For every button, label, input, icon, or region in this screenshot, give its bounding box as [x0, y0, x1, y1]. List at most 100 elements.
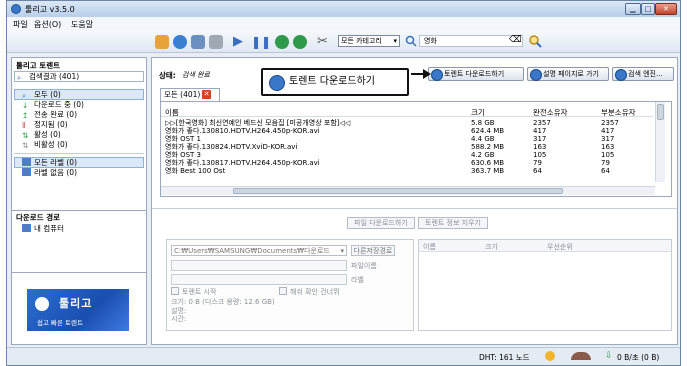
cell-name: 영화가 좋다.130810.HDTV.H264.450p-KOR.avi: [165, 127, 320, 135]
cell-size: 624.4 MB: [471, 127, 505, 135]
table-row[interactable]: ▷▷[한국영화] 최신연예인 베드신 모음집 [미공개영상 포함]◁◁ 5.8 G…: [161, 119, 653, 127]
table-row[interactable]: 영화 OST 3 4.2 GB 105 105: [161, 151, 653, 159]
sidebar-item-text: 라벨 없음 (0): [34, 168, 77, 177]
close-tab-icon[interactable]: ✕: [202, 90, 211, 99]
sidebar-item-text: 활성 (0): [34, 130, 61, 139]
cell-size: 5.8 GB: [471, 119, 495, 127]
callout-arrow-head: [423, 69, 431, 79]
down-icon[interactable]: [293, 35, 307, 49]
label-field[interactable]: [171, 274, 347, 285]
clear-search-icon[interactable]: ⌫: [509, 36, 522, 46]
sidebar-item-text: 내 컴퓨터: [34, 224, 64, 233]
speed-gauge-icon[interactable]: [571, 352, 591, 360]
scroll-thumb[interactable]: [657, 104, 664, 120]
table-row[interactable]: 영화가 좋다.130817.HDTV.H264.450p-KOR.avi 630.…: [161, 159, 653, 167]
file-name-field[interactable]: [171, 260, 347, 271]
search-results-label: ⌕ 검색결과 (401): [17, 72, 79, 82]
ad-banner[interactable]: 툴리고 쉽고 빠른 토렌트: [26, 288, 130, 332]
horizontal-scrollbar[interactable]: [161, 186, 655, 195]
cell-seeders: 64: [533, 167, 542, 175]
vertical-scrollbar[interactable]: [655, 102, 665, 182]
maximize-button[interactable]: □: [641, 3, 655, 15]
status-bar: DHT: 161 노드 ⇩ 0 B/초 (0 B): [7, 347, 680, 365]
table-row[interactable]: 영화 OST 1 4.4 GB 317 317: [161, 135, 653, 143]
download-torrent-callout[interactable]: 토렌트 다운로드하기: [261, 68, 409, 96]
scroll-thumb[interactable]: [233, 188, 563, 194]
start-torrent-checkbox[interactable]: [171, 287, 179, 295]
check-icon: ↥: [22, 111, 29, 120]
sidebar-item-no-label[interactable]: 라벨 없음 (0): [22, 168, 77, 178]
column-name[interactable]: 이름: [165, 107, 179, 118]
globe-icon: [431, 69, 443, 81]
add-url-icon[interactable]: [173, 35, 187, 49]
files-column-size[interactable]: 크기: [485, 242, 498, 252]
files-column-name[interactable]: 이름: [423, 242, 436, 252]
add-torrent-icon[interactable]: [155, 35, 169, 49]
search-engine-button[interactable]: 검색 엔진...: [612, 67, 674, 81]
menu-file[interactable]: 파일: [13, 19, 28, 30]
globe-icon: [530, 69, 542, 81]
search-input[interactable]: 영화: [419, 35, 523, 47]
sidebar-item-all-labels-label: 모든 라벨 (0): [22, 158, 77, 168]
up-icon[interactable]: [275, 35, 289, 49]
column-size[interactable]: 크기: [471, 107, 485, 118]
pause-icon[interactable]: ❚❚: [251, 35, 271, 49]
table-row[interactable]: 영화 Best 100 Ost 363.7 MB 64 64: [161, 167, 653, 175]
list-header: 이름 크기 완전소유자 부분소유자: [161, 107, 653, 117]
network-status-icon[interactable]: [545, 351, 555, 361]
skip-hash-checkbox[interactable]: [279, 287, 287, 295]
tab-all-label: 모든 (401): [164, 90, 201, 99]
cell-seeders: 2357: [533, 119, 551, 127]
description-page-button[interactable]: 설명 페이지로 가기: [527, 67, 609, 81]
dht-status: DHT: 161 노드: [479, 353, 530, 362]
menu-options[interactable]: 옵션(O): [34, 19, 61, 30]
sidebar-item-downloading[interactable]: ↓ 다운로드 중 (0): [22, 100, 84, 110]
title-bar: 툴리고 v3.5.0 ▁ □ ✕: [7, 1, 680, 17]
status-value: 검색 완료: [182, 71, 210, 79]
cell-size: 363.7 MB: [471, 167, 505, 175]
tab-all[interactable]: 모든 (401): [160, 88, 220, 101]
search-engine-label: 검색 엔진...: [628, 70, 663, 78]
cell-seeders: 417: [533, 127, 547, 135]
files-column-priority[interactable]: 우선순위: [547, 242, 573, 252]
cell-leechers: 417: [601, 127, 615, 135]
sidebar-item-active[interactable]: ⇅ 활성 (0): [22, 130, 61, 140]
remove-icon[interactable]: [209, 35, 223, 49]
create-torrent-icon[interactable]: [191, 35, 205, 49]
download-path-select[interactable]: C:₩Users₩SAMSUNG₩Documents₩다운로드 ▾: [171, 245, 347, 256]
cell-size: 4.2 GB: [471, 151, 495, 159]
play-icon[interactable]: ▶: [233, 35, 247, 49]
cell-seeders: 105: [533, 151, 547, 159]
status-label: 상태:: [159, 71, 176, 80]
menu-help[interactable]: 도움말: [71, 19, 93, 30]
sidebar-item-stopped[interactable]: Ⅱ 정지됨 (0): [22, 120, 68, 130]
cell-seeders: 79: [533, 159, 542, 167]
settings-tools-icon[interactable]: ✂: [317, 35, 331, 49]
start-torrent-label: 토렌트 시작: [182, 288, 217, 296]
minimize-button[interactable]: ▁: [625, 3, 641, 15]
other-save-path-button[interactable]: 다른저장경로: [351, 245, 395, 256]
pause-icon: Ⅱ: [22, 121, 26, 130]
file-download-button[interactable]: 파일 다운로드하기: [347, 217, 415, 229]
divider: [152, 208, 677, 209]
clear-torrent-info-button[interactable]: 토렌트 정보 지우기: [418, 217, 488, 229]
close-button[interactable]: ✕: [655, 3, 677, 15]
torrent-list: 이름 크기 완전소유자 부분소유자 ▷▷[한국영화] 최신연예인 베드신 모음집…: [160, 101, 672, 197]
main-panel: 상태: 검색 완료 토렌트 다운로드하기 설명 페이지로 가기 검색 엔진...…: [151, 57, 678, 345]
search-results-text: 검색결과 (401): [29, 72, 80, 81]
sidebar-item-my-computer[interactable]: 내 컴퓨터: [22, 224, 64, 234]
sidebar-item-text: 비활성 (0): [34, 140, 68, 149]
search-go-icon[interactable]: [528, 34, 542, 48]
table-row[interactable]: 영화가 좋다.130824.HDTV.XviD-KOR.avi 588.2 MB 1…: [161, 143, 653, 151]
divider: [12, 272, 146, 273]
globe-icon: [615, 69, 627, 81]
column-leechers[interactable]: 부분소유자: [601, 107, 636, 118]
cell-name: 영화 OST 1: [165, 135, 202, 143]
column-seeders[interactable]: 완전소유자: [533, 107, 568, 118]
cell-seeders: 163: [533, 143, 547, 151]
table-row[interactable]: 영화가 좋다.130810.HDTV.H264.450p-KOR.avi 624.…: [161, 127, 653, 135]
category-select[interactable]: 모든 카테고리 ▾: [338, 35, 400, 47]
sidebar-item-completed[interactable]: ↥ 전송 완료 (0): [22, 110, 77, 120]
sidebar-item-inactive[interactable]: ⇅ 비활성 (0): [22, 140, 68, 150]
download-torrent-button[interactable]: 토렌트 다운로드하기: [428, 67, 524, 81]
